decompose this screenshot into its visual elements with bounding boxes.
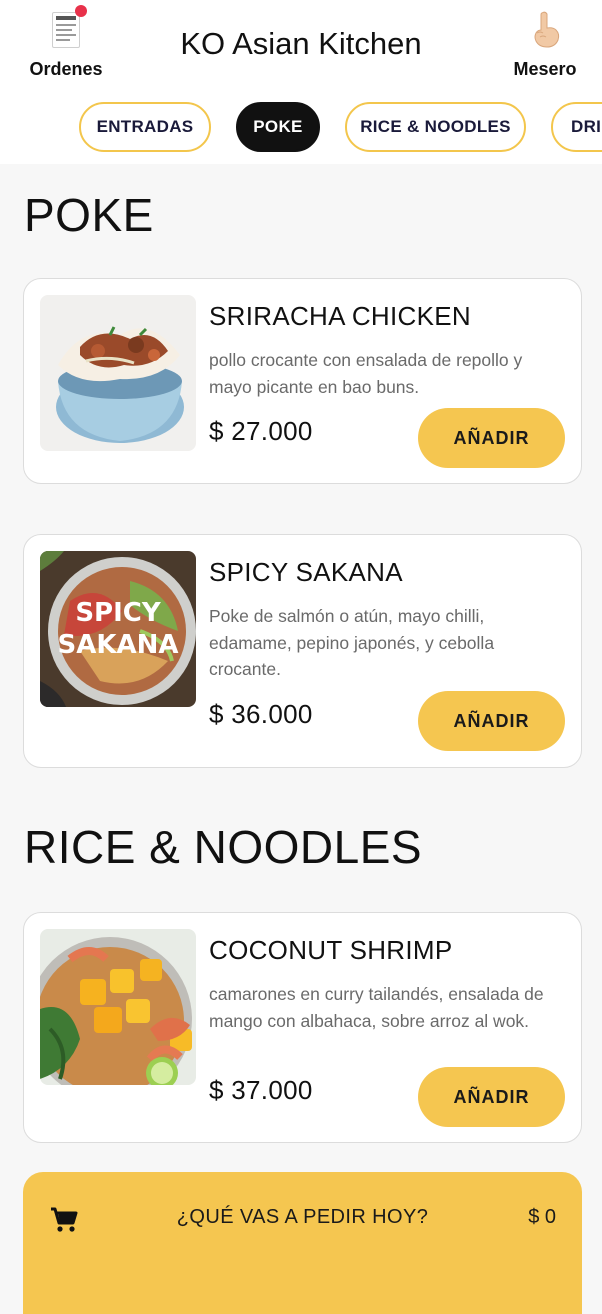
cart-total: $ 0 bbox=[528, 1206, 556, 1228]
add-button[interactable]: AÑADIR bbox=[418, 1067, 565, 1127]
dish-price: $ 27.000 bbox=[209, 416, 313, 446]
dish-name: COCONUT SHRIMP bbox=[209, 935, 453, 965]
dish-name: SRIRACHA CHICKEN bbox=[209, 301, 471, 331]
tab-entradas[interactable]: ENTRADAS bbox=[79, 102, 211, 152]
hand-pointing-up-icon bbox=[534, 11, 560, 48]
tab-rice-noodles[interactable]: RICE & NOODLES bbox=[345, 102, 526, 152]
add-button[interactable]: AÑADIR bbox=[418, 408, 565, 468]
menu-item-card: COCONUT SHRIMP camarones en curry tailan… bbox=[23, 912, 582, 1143]
tab-drinks[interactable]: DRI bbox=[551, 102, 602, 152]
dish-image-coconut-shrimp bbox=[40, 929, 196, 1085]
cart-prompt: ¿QUÉ VAS A PEDIR HOY? bbox=[176, 1206, 429, 1228]
cart-bar[interactable]: ¿QUÉ VAS A PEDIR HOY? $ 0 bbox=[23, 1172, 582, 1314]
dish-price: $ 36.000 bbox=[209, 699, 313, 729]
dish-price: $ 37.000 bbox=[209, 1075, 313, 1105]
section-title-rice-noodles: RICE & NOODLES bbox=[24, 821, 423, 873]
dish-description: Poke de salmón o atún, mayo chilli, edam… bbox=[209, 606, 495, 679]
section-title-poke: POKE bbox=[24, 189, 154, 241]
orders-label: Ordenes bbox=[29, 59, 103, 79]
waiter-button[interactable]: Mesero bbox=[502, 8, 588, 80]
tab-poke[interactable]: POKE bbox=[236, 102, 320, 152]
dish-image-sriracha-chicken bbox=[40, 295, 196, 451]
dish-description: pollo crocante con ensalada de repollo y… bbox=[209, 350, 523, 397]
menu-item-card: SPICY SAKANA SPICY SAKANA Poke de salmón… bbox=[23, 534, 582, 768]
dish-description: camarones en curry tailandés, ensalada d… bbox=[209, 984, 544, 1031]
category-tabs: ENTRADAS POKE RICE & NOODLES DRI bbox=[0, 100, 602, 154]
waiter-label: Mesero bbox=[513, 59, 577, 79]
add-button[interactable]: AÑADIR bbox=[418, 691, 565, 751]
dish-image-spicy-sakana: SPICY SAKANA bbox=[40, 551, 196, 707]
dish-name: SPICY SAKANA bbox=[209, 557, 403, 587]
top-bar: Ordenes KO Asian Kitchen Mesero ENTRADAS… bbox=[0, 0, 602, 164]
svg-text:SPICY: SPICY bbox=[75, 598, 162, 628]
menu-item-card: SRIRACHA CHICKEN pollo crocante con ensa… bbox=[23, 278, 582, 484]
notification-dot bbox=[75, 5, 87, 17]
svg-text:SAKANA: SAKANA bbox=[58, 630, 179, 660]
